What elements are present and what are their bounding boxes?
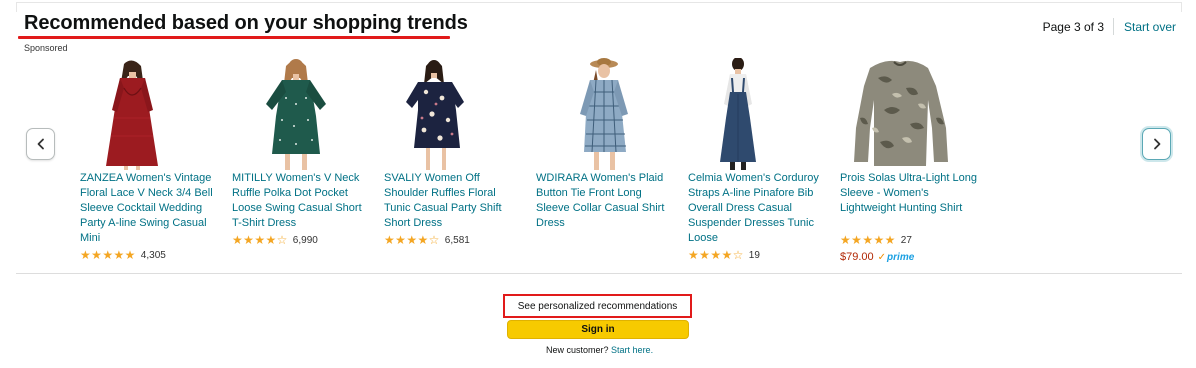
denim-pinafore-dress-image[interactable] [692,58,824,170]
rating-row: ★★★★☆ 6,990 [232,233,318,247]
chevron-left-icon [37,138,44,150]
sponsored-label: Sponsored [24,43,68,53]
new-customer-label: New customer? [546,345,609,355]
product-title-link[interactable]: SVALIY Women Off Shoulder Ruffles Floral… [384,171,524,231]
rating-row: ★★★★☆ 6,581 [384,233,470,247]
product-title-link[interactable]: Prois Solas Ultra-Light Long Sleeve - Wo… [840,171,980,216]
star-rating[interactable]: ★★★★☆ [384,234,440,246]
rating-row: ★★★★☆ 19 [688,248,760,262]
product-title-link[interactable]: MITILLY Women's V Neck Ruffle Polka Dot … [232,171,372,231]
review-count[interactable]: 27 [901,235,912,246]
new-customer-text: New customer? Start here. [546,345,653,355]
chevron-right-icon [1153,138,1160,150]
rating-row: ★★★★★ 27 [840,233,912,247]
plaid-shirt-dress-image[interactable] [540,58,672,170]
product-title-link[interactable]: WDIRARA Women's Plaid Button Tie Front L… [536,171,676,231]
navy-floral-dress-image[interactable] [388,58,520,170]
review-count[interactable]: 6,990 [293,235,318,246]
star-rating[interactable]: ★★★★☆ [688,249,744,261]
start-here-link[interactable]: Start here. [611,345,653,355]
review-count[interactable]: 4,305 [141,250,166,261]
carousel-next-button[interactable] [1142,128,1171,160]
green-polka-dot-dress-image[interactable] [236,58,368,170]
pager-divider [1113,18,1114,35]
star-rating[interactable]: ★★★★☆ [232,234,288,246]
camo-shirt-image[interactable] [844,58,976,170]
review-count[interactable]: 6,581 [445,235,470,246]
price-row: $79.00 ✓prime [840,251,914,263]
product-title-link[interactable]: Celmia Women's Corduroy Straps A-line Pi… [688,171,828,246]
personalized-recommendations-label: See personalized recommendations [503,294,692,318]
sign-in-button[interactable]: Sign in [507,320,689,339]
star-rating[interactable]: ★★★★★ [80,249,136,261]
section-title: Recommended based on your shopping trend… [24,12,468,34]
prime-badge: ✓prime [878,252,915,263]
start-over-link[interactable]: Start over [1124,20,1176,34]
rating-row: ★★★★★ 4,305 [80,248,166,262]
carousel-prev-button[interactable] [26,128,55,160]
product-title-link[interactable]: ZANZEA Women's Vintage Floral Lace V Nec… [80,171,220,246]
product-price[interactable]: $79.00 [840,251,874,263]
page-indicator: Page 3 of 3 [1042,20,1104,34]
red-lace-dress-image[interactable] [84,58,216,170]
prime-label: prime [887,251,915,263]
review-count[interactable]: 19 [749,250,760,261]
section-divider [16,273,1182,274]
star-rating[interactable]: ★★★★★ [840,234,896,246]
prime-check-icon: ✓ [877,251,887,263]
title-annotation-underline [18,36,450,39]
